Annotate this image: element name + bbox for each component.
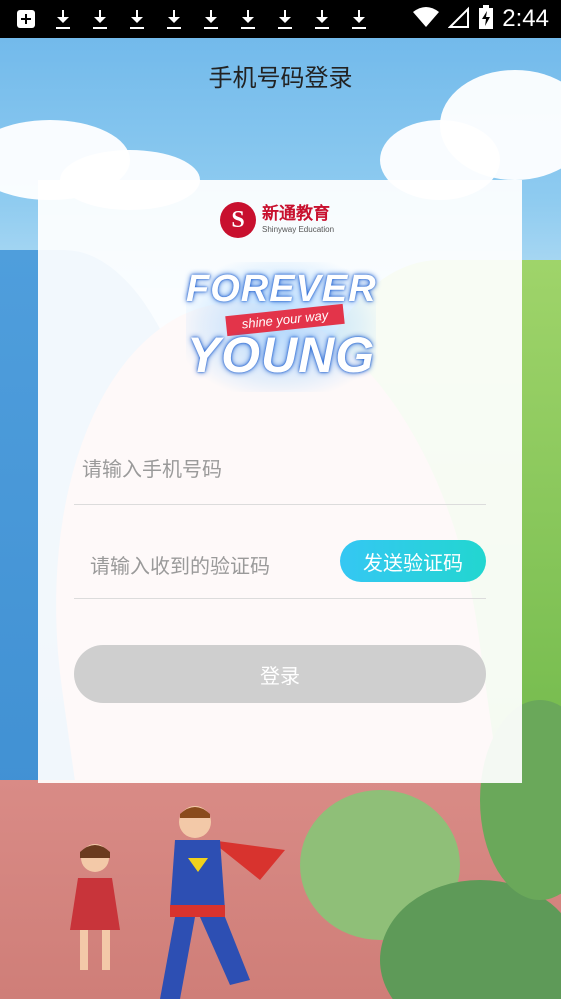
- superhero-runner-illustration: [160, 806, 285, 999]
- running-girl-illustration: [70, 844, 120, 970]
- brand-logo-mark: S: [220, 202, 256, 238]
- login-card: S 新通教育 Shinyway Education FOREVER shine …: [38, 180, 522, 783]
- code-field: 发送验证码: [74, 532, 486, 600]
- page-title: 手机号码登录: [208, 64, 353, 92]
- phone-field: [74, 440, 486, 505]
- brand-logo: S 新通教育 Shinyway Education: [220, 202, 334, 238]
- verification-code-input[interactable]: [88, 532, 332, 600]
- add-box-icon: [14, 7, 38, 31]
- download-icon: [236, 7, 260, 31]
- battery-charging-icon: [478, 5, 494, 33]
- download-icon: [88, 7, 112, 31]
- download-icon: [162, 7, 186, 31]
- download-icon: [51, 7, 75, 31]
- banner-line1: FOREVER: [186, 268, 377, 310]
- brand-name-cn: 新通教育: [262, 204, 330, 224]
- banner-line2: YOUNG: [186, 327, 376, 383]
- download-icon: [347, 7, 371, 31]
- forever-young-banner: FOREVER shine your way YOUNG: [186, 262, 376, 392]
- send-code-button[interactable]: 发送验证码: [340, 540, 486, 582]
- wifi-icon: [412, 6, 440, 32]
- status-time: 2:44: [502, 5, 549, 32]
- download-icon: [273, 7, 297, 31]
- download-icon: [125, 7, 149, 31]
- brand-name-en: Shinyway Education: [262, 225, 335, 234]
- download-icon: [310, 7, 334, 31]
- status-bar: 2:44: [0, 0, 561, 38]
- download-icon: [199, 7, 223, 31]
- phone-input[interactable]: [80, 440, 324, 498]
- login-button[interactable]: 登录: [74, 645, 486, 703]
- signal-icon: [447, 6, 470, 32]
